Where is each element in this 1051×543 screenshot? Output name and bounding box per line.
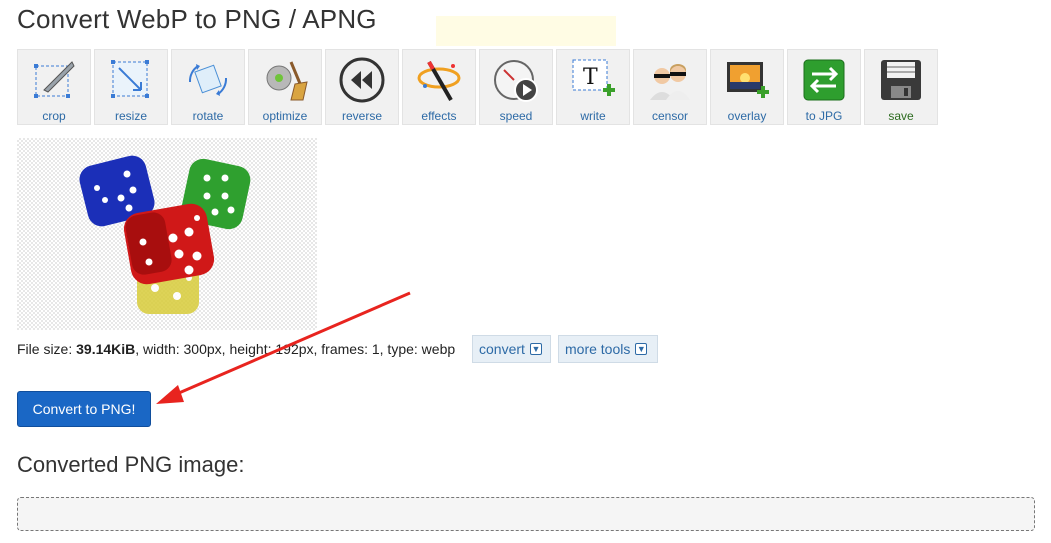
tool-label: to JPG [805, 109, 843, 123]
tool-toolbar: crop resize rotate optimize reverse effe… [17, 49, 938, 125]
to-jpg-icon [799, 55, 849, 105]
tool-label: save [888, 109, 914, 123]
tool-reverse[interactable]: reverse [325, 49, 399, 125]
more-tools-label: more tools [565, 341, 631, 357]
dice-image [79, 155, 251, 314]
file-dimensions: , width: 300px, height: 192px, frames: 1… [135, 341, 456, 357]
tool-save[interactable]: save [864, 49, 938, 125]
rotate-icon [183, 55, 233, 105]
tool-resize[interactable]: resize [94, 49, 168, 125]
chevron-down-icon: ▼ [529, 343, 542, 355]
tool-label: reverse [341, 109, 382, 123]
image-preview [17, 138, 317, 330]
tool-label: resize [114, 109, 147, 123]
tool-effects[interactable]: effects [402, 49, 476, 125]
save-icon [876, 55, 926, 105]
tool-label: crop [42, 109, 66, 123]
convert-dropdown-label: convert [479, 341, 525, 357]
convert-dropdown-button[interactable]: convert ▼ [472, 335, 551, 363]
optimize-icon [260, 55, 310, 105]
tool-label: overlay [727, 109, 767, 123]
tool-label: rotate [192, 109, 224, 123]
converted-heading: Converted PNG image: [17, 452, 245, 477]
file-info: File size: 39.14KiB, width: 300px, heigh… [17, 341, 455, 357]
effects-icon [414, 55, 464, 105]
tool-speed[interactable]: speed [479, 49, 553, 125]
converted-image-dropzone [17, 497, 1035, 531]
tool-to-jpg[interactable]: to JPG [787, 49, 861, 125]
crop-icon [29, 55, 79, 105]
more-tools-dropdown-button[interactable]: more tools ▼ [558, 335, 658, 363]
tool-overlay[interactable]: overlay [710, 49, 784, 125]
tool-crop[interactable]: crop [17, 49, 91, 125]
tool-rotate[interactable]: rotate [171, 49, 245, 125]
speed-icon [491, 55, 541, 105]
reverse-icon [337, 55, 387, 105]
tool-label: speed [499, 109, 533, 123]
tool-write[interactable]: T write [556, 49, 630, 125]
write-icon: T [568, 55, 618, 105]
censor-icon [645, 55, 695, 105]
file-size-label: File size: [17, 341, 77, 357]
convert-to-png-button[interactable]: Convert to PNG! [17, 391, 151, 427]
watermark-overlay [436, 16, 616, 46]
overlay-icon [722, 55, 772, 105]
tool-label: censor [651, 109, 689, 123]
tool-label: optimize [262, 109, 308, 123]
page-title: Convert WebP to PNG / APNG [17, 4, 377, 34]
file-size-value: 39.14KiB [76, 341, 136, 357]
tool-label: write [580, 109, 606, 123]
tool-censor[interactable]: censor [633, 49, 707, 125]
svg-text:T: T [583, 65, 598, 90]
tool-optimize[interactable]: optimize [248, 49, 322, 125]
tool-label: effects [421, 109, 457, 123]
chevron-down-icon: ▼ [635, 343, 648, 355]
resize-icon [106, 55, 156, 105]
